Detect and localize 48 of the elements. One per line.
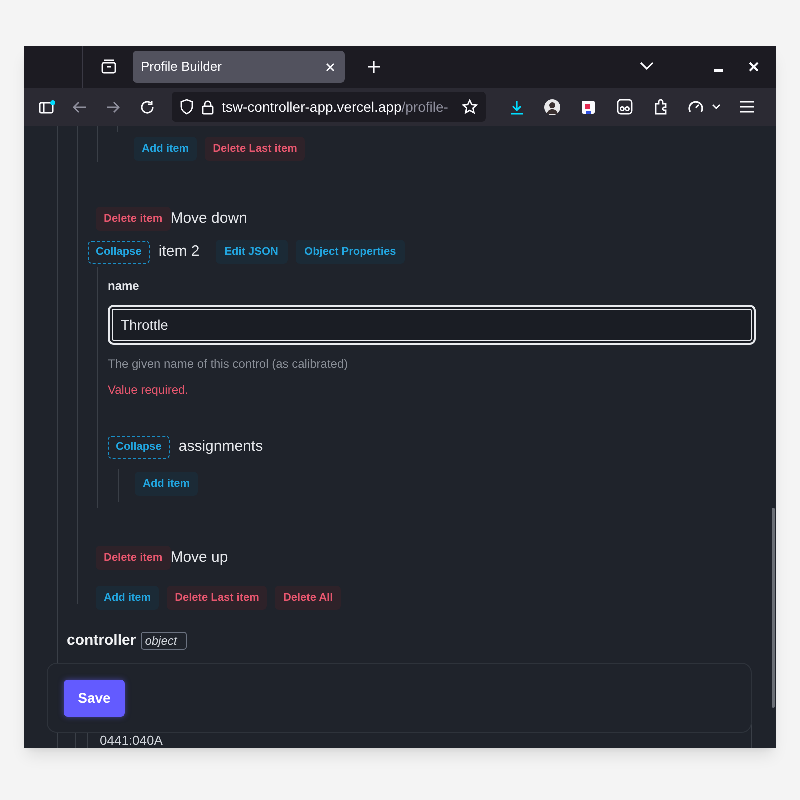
move-button[interactable]: Move up xyxy=(170,546,228,570)
delete-item-button[interactable]: Delete item xyxy=(96,546,171,570)
field-label: name xyxy=(108,278,140,295)
delete-button[interactable]: Delete All xyxy=(275,586,342,610)
delete-item-button[interactable]: Delete item xyxy=(96,207,171,231)
address-bar[interactable]: tsw-controller-app.vercel.app/profile- xyxy=(172,92,486,122)
shield-icon[interactable] xyxy=(180,99,194,115)
menu-icon[interactable] xyxy=(740,101,754,113)
value-text: 0441:040A xyxy=(100,734,163,748)
browser-tab[interactable]: Profile Builder xyxy=(133,51,345,83)
add-item-button[interactable]: Add item xyxy=(134,137,198,161)
reload-icon[interactable] xyxy=(140,100,155,114)
item-title: item 2 xyxy=(158,242,200,262)
field-error: Value required. xyxy=(108,382,190,399)
mask-icon[interactable] xyxy=(617,99,633,115)
type-select[interactable]: object xyxy=(141,632,188,650)
delete-button[interactable]: Delete Last item xyxy=(167,586,268,610)
move-button[interactable]: Move down xyxy=(170,208,248,230)
scrollbar-thumb[interactable] xyxy=(772,508,775,708)
new-tab-icon[interactable] xyxy=(367,60,381,74)
tab-overview-icon[interactable] xyxy=(101,59,117,75)
chevron-down-icon[interactable] xyxy=(640,61,654,71)
add-item-button[interactable]: Add item xyxy=(96,586,160,610)
add-item-button[interactable]: Add item xyxy=(135,472,198,496)
download-icon[interactable] xyxy=(510,100,524,114)
field-hint: The given name of this control (as calibrated) xyxy=(108,356,350,373)
caret-icon[interactable] xyxy=(712,104,721,110)
collapse-button[interactable]: Collapse xyxy=(88,240,150,264)
avatar-icon[interactable] xyxy=(544,98,561,116)
close-icon[interactable] xyxy=(749,62,759,72)
back-icon[interactable] xyxy=(72,100,87,114)
forward-icon[interactable] xyxy=(106,100,121,114)
save-button[interactable]: Save xyxy=(64,680,125,716)
puzzle-icon[interactable] xyxy=(654,99,669,115)
name-input[interactable]: Throttle xyxy=(108,305,756,345)
item-action-button[interactable]: Object Properties xyxy=(296,240,406,264)
url-text: tsw-controller-app.vercel.app/profile- xyxy=(222,98,448,117)
bookmark-star-icon[interactable] xyxy=(462,99,478,115)
item-action-button[interactable]: Edit JSON xyxy=(216,240,288,264)
collapse-button[interactable]: Collapse xyxy=(108,436,170,459)
section-title: assignments xyxy=(178,437,264,458)
close-tab-icon[interactable] xyxy=(326,62,335,72)
extension-icon[interactable] xyxy=(581,100,596,114)
sidebar-icon[interactable] xyxy=(39,100,56,114)
section-title: controller xyxy=(67,631,136,651)
lock-icon xyxy=(202,100,214,114)
delete-button[interactable]: Delete Last item xyxy=(205,137,306,161)
speedometer-icon[interactable] xyxy=(688,100,704,114)
